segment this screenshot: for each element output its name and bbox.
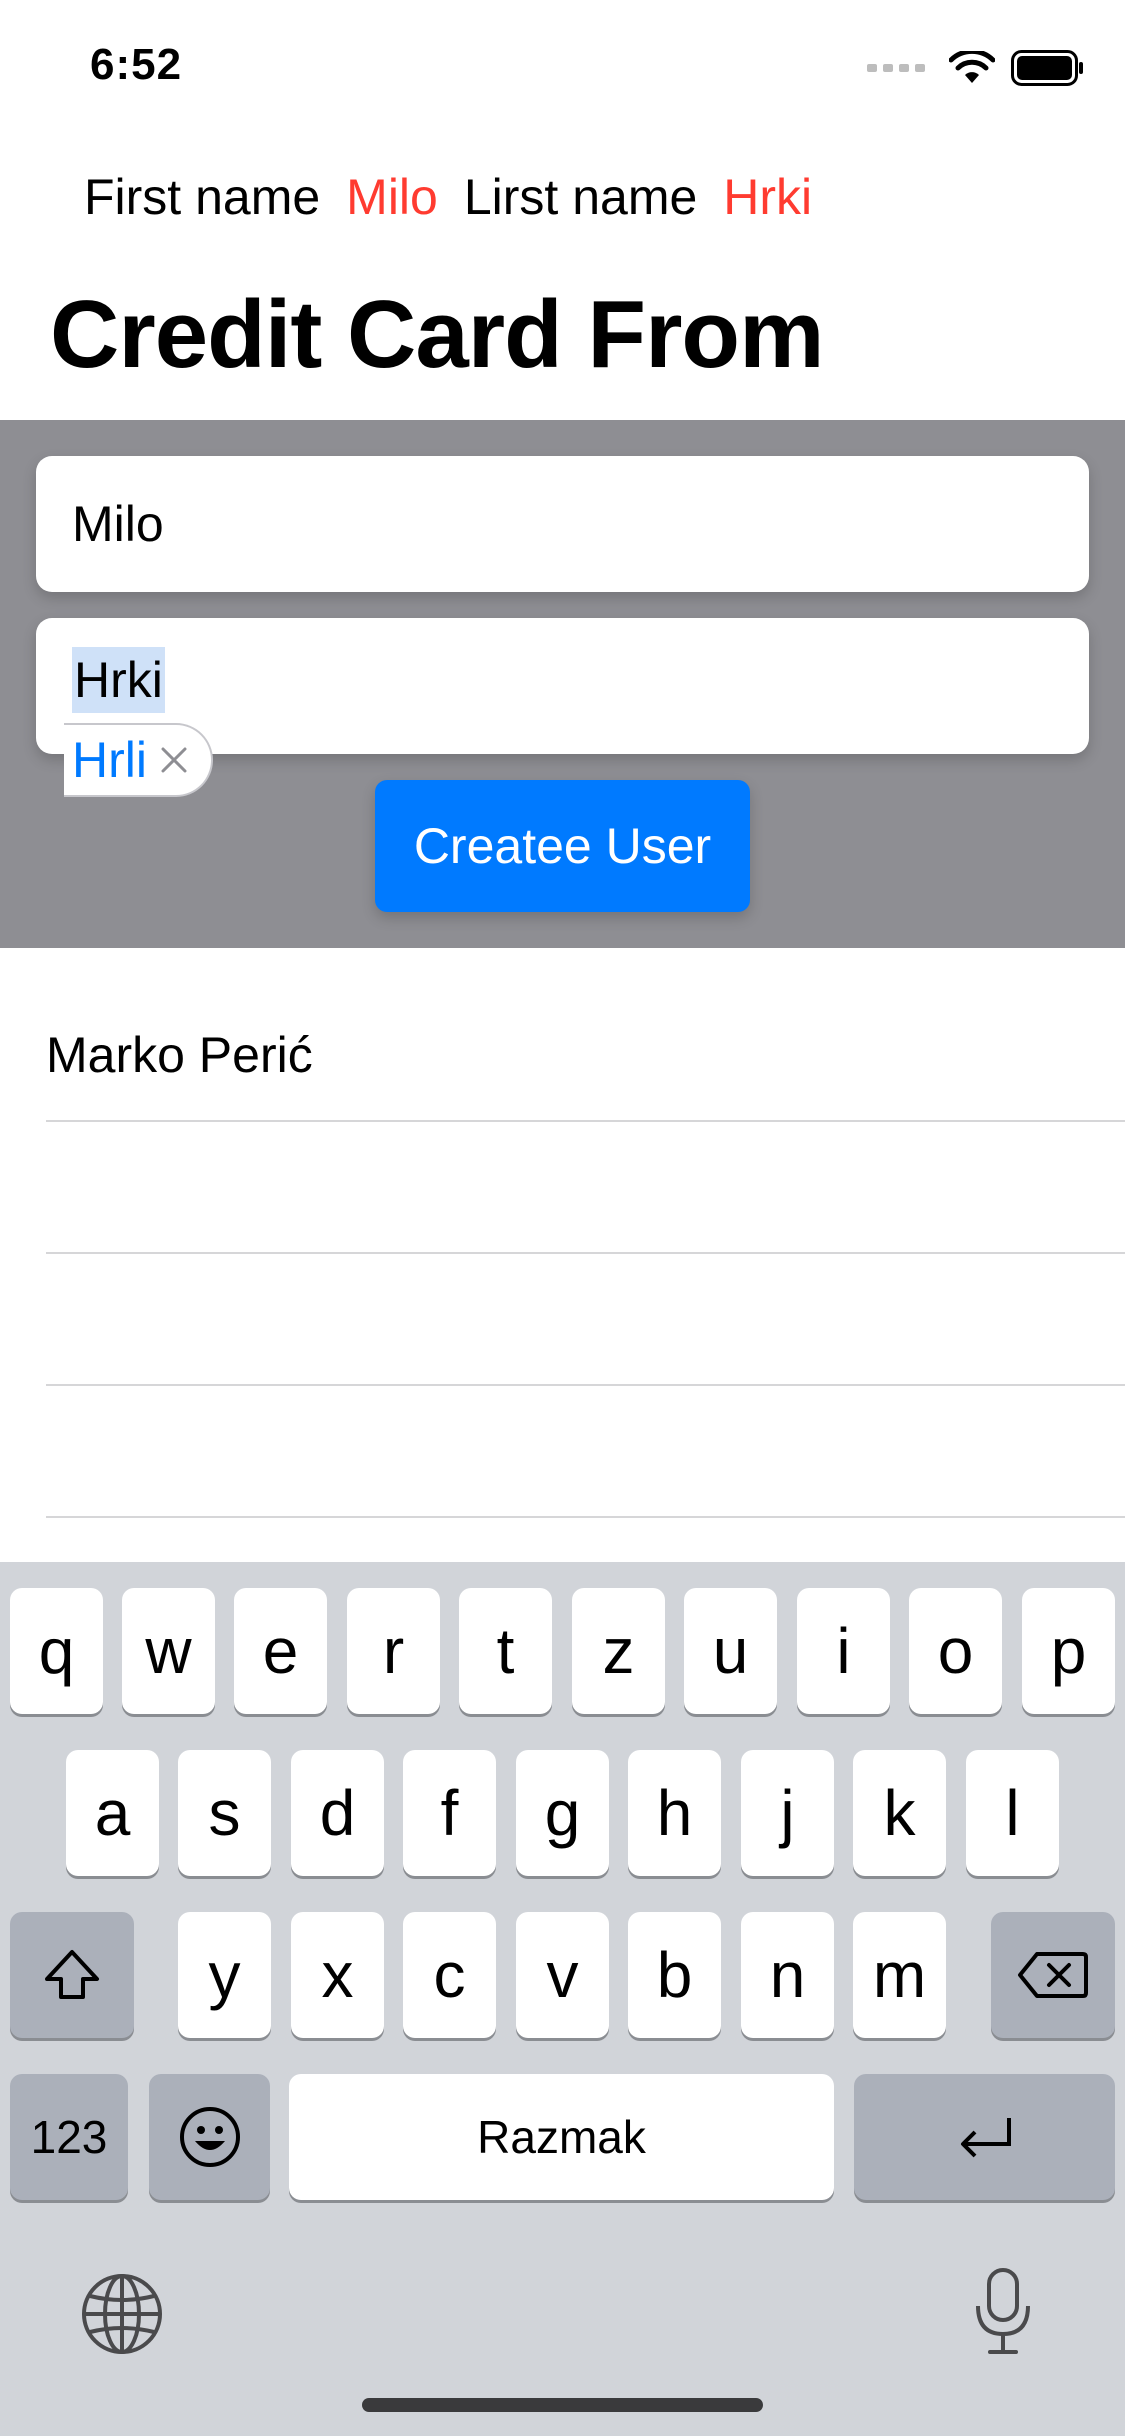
key-d[interactable]: d (291, 1750, 384, 1876)
key-w[interactable]: w (122, 1588, 215, 1714)
key-k[interactable]: k (853, 1750, 946, 1876)
key-j[interactable]: j (741, 1750, 834, 1876)
key-t[interactable]: t (459, 1588, 552, 1714)
key-a[interactable]: a (66, 1750, 159, 1876)
form-panel: Milo Hrki Hrli Createe User (0, 420, 1125, 948)
space-key[interactable]: Razmak (289, 2074, 834, 2200)
backspace-key[interactable] (991, 1912, 1115, 2038)
emoji-icon (179, 2107, 240, 2167)
page-title: Credit Card From (50, 281, 824, 388)
shift-icon (45, 1950, 99, 1999)
emoji-key[interactable] (149, 2074, 270, 2200)
wifi-icon (949, 51, 995, 83)
list-item[interactable] (46, 1386, 1125, 1518)
key-s[interactable]: s (178, 1750, 271, 1876)
battery-icon (1011, 50, 1083, 86)
key-l[interactable]: l (966, 1750, 1059, 1876)
last-name-field-value: Hrki (72, 647, 165, 713)
key-g[interactable]: g (516, 1750, 609, 1876)
last-name-preview-value: Hrki (723, 169, 813, 225)
key-p[interactable]: p (1022, 1588, 1115, 1714)
key-h[interactable]: h (628, 1750, 721, 1876)
backspace-icon (1018, 1952, 1088, 1998)
key-f[interactable]: f (403, 1750, 496, 1876)
key-x[interactable]: x (291, 1912, 384, 2038)
key-c[interactable]: c (403, 1912, 496, 2038)
key-r[interactable]: r (347, 1588, 440, 1714)
status-time: 6:52 (90, 40, 183, 89)
key-z[interactable]: z (572, 1588, 665, 1714)
create-user-button[interactable]: Createe User (375, 780, 750, 912)
key-b[interactable]: b (628, 1912, 721, 2038)
first-name-field[interactable]: Milo (36, 456, 1089, 592)
first-name-label: First name (84, 169, 321, 225)
key-e[interactable]: e (234, 1588, 327, 1714)
microphone-icon[interactable] (970, 2266, 1036, 2358)
first-name-field-value: Milo (72, 496, 164, 552)
return-icon (960, 2118, 1011, 2158)
key-y[interactable]: y (178, 1912, 271, 2038)
key-u[interactable]: u (684, 1588, 777, 1714)
key-n[interactable]: n (741, 1912, 834, 2038)
globe-icon[interactable] (80, 2272, 164, 2356)
home-indicator[interactable] (362, 2398, 763, 2412)
last-name-label: Lirst name (463, 169, 698, 225)
list-item[interactable] (46, 1122, 1125, 1254)
first-name-preview-value: Milo (346, 169, 438, 225)
shift-key[interactable] (10, 1912, 134, 2038)
autocorrect-suggestion: Hrli (72, 732, 147, 788)
numbers-key[interactable]: 123 (10, 2074, 128, 2200)
key-i[interactable]: i (797, 1588, 890, 1714)
name-preview: First name Milo Lirst name Hrki (84, 168, 812, 226)
autocorrect-bubble[interactable]: Hrli (64, 723, 213, 797)
key-q[interactable]: q (10, 1588, 103, 1714)
clear-x-icon[interactable] (157, 743, 191, 777)
list-item-name: Marko Perić (46, 1027, 313, 1083)
key-v[interactable]: v (516, 1912, 609, 2038)
list-item[interactable]: Marko Perić (46, 990, 1125, 1122)
key-o[interactable]: o (909, 1588, 1002, 1714)
key-m[interactable]: m (853, 1912, 946, 2038)
list-item[interactable] (46, 1254, 1125, 1386)
cellular-icon (867, 64, 925, 72)
status-icons (867, 50, 1085, 86)
return-key[interactable] (854, 2074, 1115, 2200)
keyboard: q w e r t z u i o p a s d f g h j k l y … (0, 1562, 1125, 2436)
